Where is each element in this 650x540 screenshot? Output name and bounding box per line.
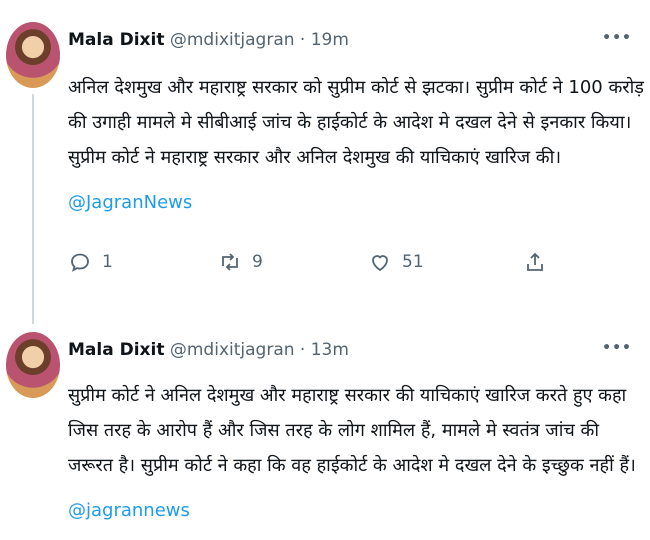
tweet-text: सुप्रीम कोर्ट ने अनिल देशमुख और महाराष्ट… xyxy=(68,378,642,483)
share-button[interactable] xyxy=(523,250,547,274)
tweet-text-line: जिस तरह के आरोप हैं और जिस तरह के लोग शा… xyxy=(68,420,600,441)
tweet-text-line: सुप्रीम कोर्ट ने महाराष्ट्र सरकार और अनि… xyxy=(68,147,562,168)
retweet-button[interactable]: 9 xyxy=(218,250,263,274)
meta-separator: · xyxy=(294,30,311,50)
tweet-time[interactable]: 19m xyxy=(311,30,349,50)
author-name[interactable]: Mala Dixit xyxy=(68,340,164,360)
thread-line xyxy=(32,94,34,324)
avatar[interactable] xyxy=(6,22,60,88)
tweet-text-line: की उगाही मामले मे सीबीआई जांच के हाईकोर्… xyxy=(68,112,632,133)
mention-link[interactable]: @JagranNews xyxy=(68,192,192,213)
more-options-icon[interactable]: ••• xyxy=(602,30,632,46)
retweet-count: 9 xyxy=(252,252,263,272)
tweet-header: Mala Dixit @mdixitjagran · 13m xyxy=(68,340,349,360)
tweet-text-line: अनिल देशमुख और महाराष्ट्र सरकार को सुप्र… xyxy=(68,77,644,98)
reply-button[interactable]: 1 xyxy=(68,250,113,274)
tweet-time[interactable]: 13m xyxy=(311,340,349,360)
tweet[interactable]: Mala Dixit @mdixitjagran · 13m ••• सुप्र… xyxy=(0,318,650,540)
tweet-text: अनिल देशमुख और महाराष्ट्र सरकार को सुप्र… xyxy=(68,70,644,175)
more-options-icon[interactable]: ••• xyxy=(602,340,632,356)
like-count: 51 xyxy=(402,252,424,272)
like-icon xyxy=(372,255,388,272)
mention-link[interactable]: @jagrannews xyxy=(68,500,190,521)
avatar[interactable] xyxy=(6,332,60,398)
meta-separator: · xyxy=(294,340,311,360)
share-icon xyxy=(527,252,543,271)
tweet-header: Mala Dixit @mdixitjagran · 19m xyxy=(68,30,349,50)
author-handle[interactable]: @mdixitjagran xyxy=(170,340,295,360)
reply-count: 1 xyxy=(102,252,113,272)
reply-icon xyxy=(71,253,89,272)
like-button[interactable]: 51 xyxy=(368,250,424,274)
retweet-icon xyxy=(222,253,238,271)
author-handle[interactable]: @mdixitjagran xyxy=(170,30,295,50)
author-name[interactable]: Mala Dixit xyxy=(68,30,164,50)
tweet-text-line: जरूरत है। सुप्रीम कोर्ट ने कहा कि वह हाई… xyxy=(68,455,636,476)
tweet[interactable]: Mala Dixit @mdixitjagran · 19m ••• अनिल … xyxy=(0,0,650,324)
tweet-actions: 1 9 51 xyxy=(68,250,628,280)
tweet-text-line: सुप्रीम कोर्ट ने अनिल देशमुख और महाराष्ट… xyxy=(68,385,627,406)
